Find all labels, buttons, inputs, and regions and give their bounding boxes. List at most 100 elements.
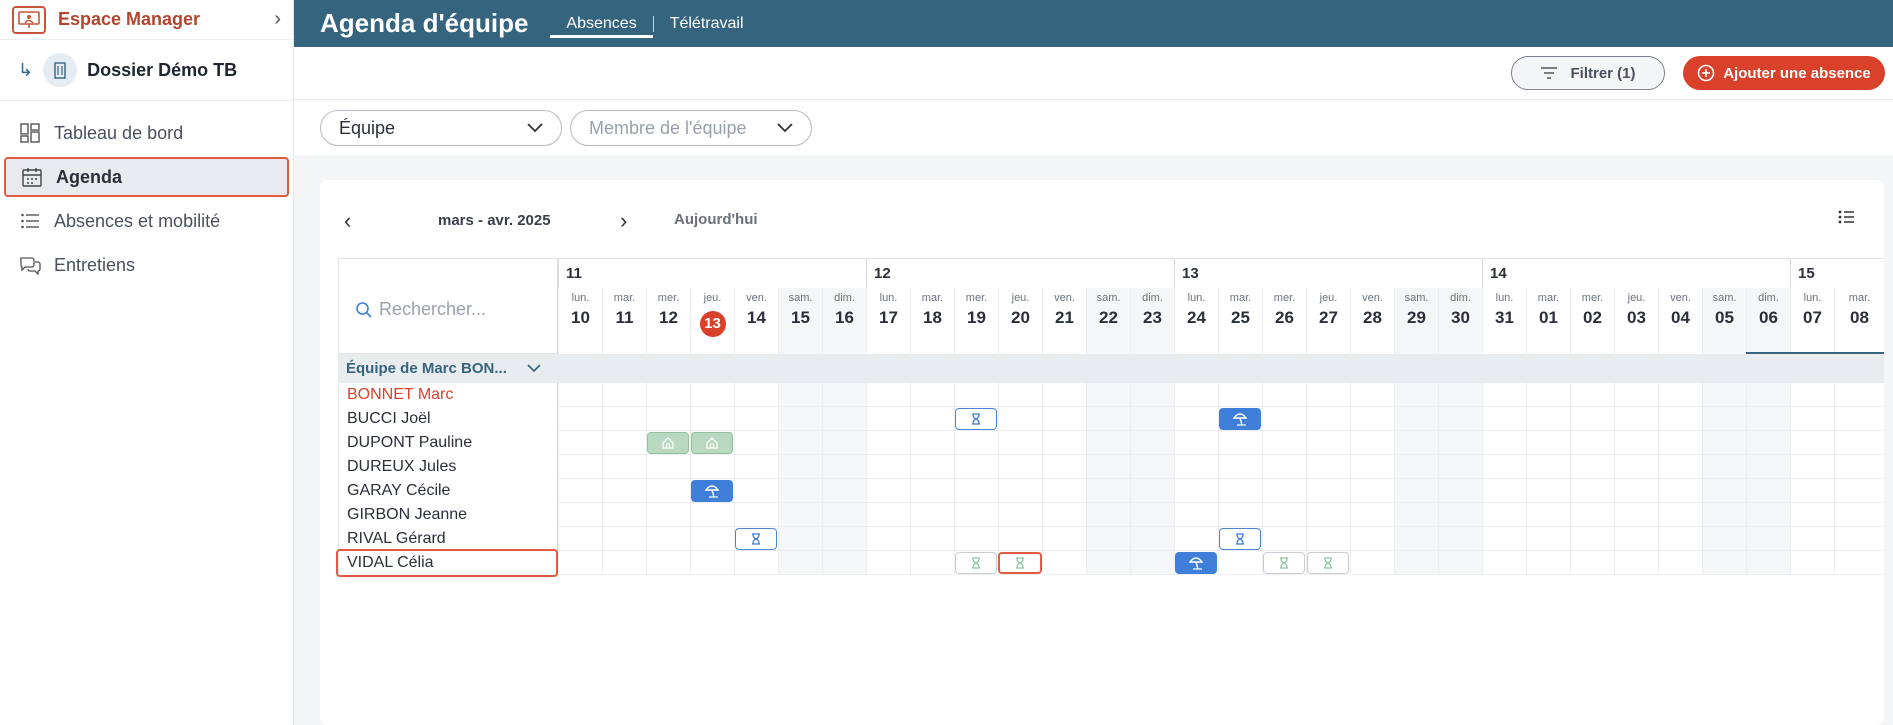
- day-cell[interactable]: [1394, 407, 1438, 431]
- day-cell[interactable]: [1130, 551, 1174, 575]
- day-cell[interactable]: [1482, 503, 1526, 527]
- day-cell[interactable]: [1438, 407, 1482, 431]
- day-cell[interactable]: [910, 431, 954, 455]
- day-cell[interactable]: [1130, 503, 1174, 527]
- day-cell[interactable]: [910, 407, 954, 431]
- day-cell[interactable]: [1306, 407, 1350, 431]
- day-cell[interactable]: [998, 383, 1042, 407]
- day-cell[interactable]: [1834, 455, 1884, 479]
- day-cell[interactable]: [1526, 527, 1570, 551]
- day-cell[interactable]: [998, 431, 1042, 455]
- day-cell[interactable]: [1350, 383, 1394, 407]
- tab-absences[interactable]: Absences: [550, 0, 653, 47]
- day-cell[interactable]: [690, 527, 734, 551]
- day-cell[interactable]: [910, 383, 954, 407]
- day-cell[interactable]: [1570, 479, 1614, 503]
- day-cell[interactable]: [1614, 503, 1658, 527]
- day-cell[interactable]: [1702, 455, 1746, 479]
- day-cell[interactable]: [1570, 455, 1614, 479]
- absence-event[interactable]: [1175, 552, 1217, 574]
- day-cell[interactable]: [1702, 551, 1746, 575]
- day-cell[interactable]: [1614, 407, 1658, 431]
- day-cell[interactable]: [1482, 455, 1526, 479]
- day-cell[interactable]: [1130, 479, 1174, 503]
- day-cell[interactable]: [998, 479, 1042, 503]
- member-name[interactable]: GARAY Cécile: [338, 479, 558, 503]
- day-cell[interactable]: [822, 407, 866, 431]
- day-cell[interactable]: [1350, 551, 1394, 575]
- day-cell[interactable]: [1482, 407, 1526, 431]
- day-cell[interactable]: [1746, 407, 1790, 431]
- day-cell[interactable]: [954, 431, 998, 455]
- day-cell[interactable]: [866, 383, 910, 407]
- day-cell[interactable]: [1702, 503, 1746, 527]
- day-cell[interactable]: [1438, 551, 1482, 575]
- absence-event[interactable]: [691, 432, 733, 454]
- day-cell[interactable]: [1262, 479, 1306, 503]
- day-cell[interactable]: [1394, 479, 1438, 503]
- day-cell[interactable]: [1218, 479, 1262, 503]
- day-cell[interactable]: [1042, 551, 1086, 575]
- app-switcher[interactable]: Espace Manager ›: [0, 0, 293, 40]
- day-cell[interactable]: [1130, 407, 1174, 431]
- day-cell[interactable]: [646, 527, 690, 551]
- day-cell[interactable]: [1834, 503, 1884, 527]
- day-cell[interactable]: [602, 383, 646, 407]
- day-cell[interactable]: [602, 527, 646, 551]
- day-cell[interactable]: [646, 503, 690, 527]
- day-cell[interactable]: [1482, 479, 1526, 503]
- member-select[interactable]: Membre de l'équipe: [570, 110, 812, 146]
- day-cell[interactable]: [998, 527, 1042, 551]
- day-cell[interactable]: [866, 455, 910, 479]
- day-cell[interactable]: [558, 551, 602, 575]
- day-cell[interactable]: [778, 431, 822, 455]
- day-cell[interactable]: [1658, 551, 1702, 575]
- day-cell[interactable]: [558, 527, 602, 551]
- day-cell[interactable]: [1262, 503, 1306, 527]
- day-cell[interactable]: [1834, 383, 1884, 407]
- day-cell[interactable]: [1790, 551, 1834, 575]
- member-name[interactable]: RIVAL Gérard: [338, 527, 558, 551]
- member-name[interactable]: DUREUX Jules: [338, 455, 558, 479]
- day-cell[interactable]: [602, 455, 646, 479]
- member-name[interactable]: BUCCI Joël: [338, 407, 558, 431]
- dossier-selector[interactable]: ↳ Dossier Démo TB: [0, 40, 293, 101]
- sidebar-item-agenda[interactable]: Agenda: [4, 157, 289, 197]
- day-cell[interactable]: [1658, 407, 1702, 431]
- day-cell[interactable]: [910, 455, 954, 479]
- day-cell[interactable]: [910, 479, 954, 503]
- day-cell[interactable]: [866, 407, 910, 431]
- day-cell[interactable]: [1658, 455, 1702, 479]
- day-cell[interactable]: [1526, 455, 1570, 479]
- day-cell[interactable]: [1086, 431, 1130, 455]
- day-cell[interactable]: [998, 455, 1042, 479]
- sidebar-item-entretiens[interactable]: Entretiens: [4, 245, 289, 285]
- absence-event[interactable]: [647, 432, 689, 454]
- day-cell[interactable]: [646, 383, 690, 407]
- day-cell[interactable]: [1482, 431, 1526, 455]
- day-cell[interactable]: [1614, 479, 1658, 503]
- day-cell[interactable]: [866, 551, 910, 575]
- day-cell[interactable]: [734, 383, 778, 407]
- day-cell[interactable]: [1086, 551, 1130, 575]
- team-group-row[interactable]: Équipe de Marc BON...: [338, 354, 1884, 383]
- absence-event[interactable]: [998, 552, 1042, 574]
- day-cell[interactable]: [1658, 503, 1702, 527]
- day-cell[interactable]: [1174, 527, 1218, 551]
- day-cell[interactable]: [1350, 503, 1394, 527]
- sidebar-item-tableau-de-bord[interactable]: Tableau de bord: [4, 113, 289, 153]
- day-cell[interactable]: [1702, 383, 1746, 407]
- day-cell[interactable]: [734, 503, 778, 527]
- day-cell[interactable]: [1042, 527, 1086, 551]
- day-cell[interactable]: [1306, 431, 1350, 455]
- day-cell[interactable]: [1614, 383, 1658, 407]
- day-cell[interactable]: [1438, 503, 1482, 527]
- day-cell[interactable]: [1790, 503, 1834, 527]
- day-cell[interactable]: [1042, 455, 1086, 479]
- day-cell[interactable]: [1570, 383, 1614, 407]
- day-cell[interactable]: [1482, 527, 1526, 551]
- add-absence-button[interactable]: Ajouter une absence: [1683, 56, 1885, 90]
- day-cell[interactable]: [1438, 431, 1482, 455]
- member-name[interactable]: BONNET Marc: [338, 383, 558, 407]
- day-cell[interactable]: [1350, 431, 1394, 455]
